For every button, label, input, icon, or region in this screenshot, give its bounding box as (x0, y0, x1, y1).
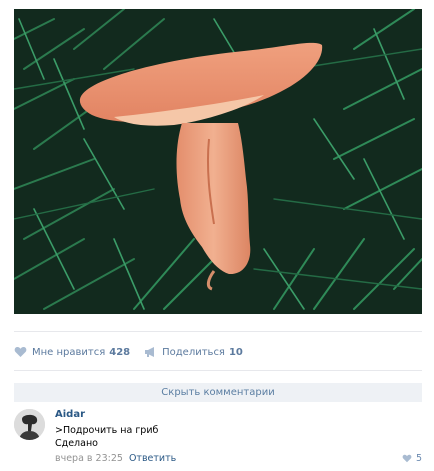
comment-time[interactable]: вчера в 23:25 (55, 453, 123, 464)
hide-comments-button[interactable]: Скрыть комментарии (14, 383, 422, 402)
like-button[interactable]: Мне нравится 428 (14, 346, 130, 358)
heart-icon (14, 346, 27, 358)
share-button[interactable]: Поделиться 10 (144, 346, 243, 358)
comment-meta: вчера в 23:25 Ответить (55, 453, 176, 464)
comment-like-button[interactable]: 5 (402, 453, 422, 464)
reply-button[interactable]: Ответить (129, 453, 176, 464)
post-divider (14, 331, 422, 332)
like-label: Мне нравится (32, 346, 106, 358)
actions-divider (14, 370, 422, 371)
heart-icon (402, 454, 412, 463)
comment-author[interactable]: Aidar (55, 408, 422, 421)
comment-line-2: Сделано (55, 438, 98, 449)
comment-like-count: 5 (415, 453, 422, 464)
comment-item: Aidar >Подрочить на гриб Сделано вчера в… (14, 408, 422, 468)
post-photo[interactable] (14, 9, 422, 314)
avatar[interactable] (14, 409, 45, 440)
post-actions: Мне нравится 428 Поделиться 10 (14, 345, 243, 359)
comment-body: Aidar >Подрочить на гриб Сделано (55, 408, 422, 450)
share-label: Поделиться (162, 346, 225, 358)
comment-line-1: >Подрочить на гриб (55, 425, 159, 436)
megaphone-icon (144, 346, 157, 358)
comment-text: >Подрочить на гриб Сделано (55, 424, 422, 450)
mushroom-in-grass-image (14, 9, 422, 314)
share-count: 10 (228, 346, 243, 358)
like-count: 428 (109, 346, 131, 358)
